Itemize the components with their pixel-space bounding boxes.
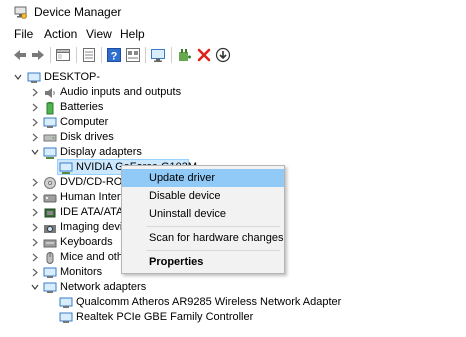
mouse-icon bbox=[46, 252, 54, 264]
back-icon[interactable] bbox=[12, 47, 28, 63]
tree-category-label: Imaging devic bbox=[60, 221, 128, 233]
computer-icon bbox=[43, 117, 57, 128]
menu-file[interactable]: File bbox=[14, 27, 33, 41]
menu-view[interactable]: View bbox=[86, 27, 112, 41]
optical-drive-icon bbox=[44, 177, 56, 189]
chevron-right-icon[interactable] bbox=[30, 115, 40, 130]
menu-item-update-driver[interactable]: Update driver bbox=[122, 169, 284, 187]
window-title: Device Manager bbox=[34, 5, 122, 19]
uninstall-x-icon[interactable] bbox=[196, 47, 212, 63]
display-adapter-icon bbox=[43, 147, 57, 159]
tree-category-audio[interactable]: Audio inputs and outputs bbox=[0, 85, 466, 100]
tree-category-computer[interactable]: Computer bbox=[0, 115, 466, 130]
menu-item-uninstall-device[interactable]: Uninstall device bbox=[122, 205, 284, 223]
properties-pane-icon[interactable] bbox=[55, 47, 71, 63]
tree-category-display-adapters[interactable]: Display adapters bbox=[0, 145, 466, 160]
disk-drive-icon bbox=[43, 134, 57, 142]
chevron-right-icon[interactable] bbox=[30, 205, 40, 220]
tree-category-label: Keyboards bbox=[60, 236, 113, 248]
tree-device-label: Realtek PCIe GBE Family Controller bbox=[76, 311, 254, 323]
menu-divider bbox=[146, 226, 280, 227]
menu-item-label: Update driver bbox=[149, 172, 216, 184]
display-adapter-icon bbox=[59, 162, 73, 174]
camera-icon bbox=[44, 225, 56, 233]
menu-item-properties[interactable]: Properties bbox=[122, 253, 284, 271]
chevron-down-icon[interactable] bbox=[30, 280, 40, 295]
svg-text:?: ? bbox=[111, 51, 118, 63]
menu-divider bbox=[146, 250, 280, 251]
tree-root-label: DESKTOP- bbox=[44, 71, 101, 83]
details-icon[interactable] bbox=[125, 47, 141, 63]
menu-help[interactable]: Help bbox=[120, 27, 145, 41]
tree-category-label: Monitors bbox=[60, 266, 103, 278]
chevron-right-icon[interactable] bbox=[30, 250, 40, 265]
tree-category-label: Batteries bbox=[60, 101, 104, 113]
network-adapter-icon bbox=[59, 312, 73, 323]
tree-category-label: Network adapters bbox=[60, 281, 147, 293]
help-icon[interactable]: ? bbox=[106, 47, 122, 63]
chevron-down-icon[interactable] bbox=[13, 70, 23, 85]
tree-category-label: Computer bbox=[60, 116, 109, 128]
download-icon[interactable] bbox=[215, 47, 231, 63]
chevron-right-icon[interactable] bbox=[30, 220, 40, 235]
menu-item-label: Scan for hardware changes bbox=[149, 232, 284, 244]
chevron-down-icon[interactable] bbox=[30, 145, 40, 160]
tree-category-label: Human Interf bbox=[60, 191, 124, 203]
tree-device-label: Qualcomm Atheros AR9285 Wireless Network… bbox=[76, 296, 342, 308]
tree-category-label: Mice and othe bbox=[60, 251, 130, 263]
speaker-icon bbox=[45, 88, 55, 98]
hid-icon bbox=[43, 194, 57, 203]
toolbar: ? bbox=[0, 44, 466, 66]
title-bar: Device Manager bbox=[0, 0, 466, 26]
tree-category-batteries[interactable]: Batteries bbox=[0, 100, 466, 115]
chevron-right-icon[interactable] bbox=[30, 100, 40, 115]
tree-category-label: Disk drives bbox=[60, 131, 114, 143]
chevron-right-icon[interactable] bbox=[30, 235, 40, 250]
list-icon[interactable] bbox=[81, 47, 97, 63]
tree-category-disk-drives[interactable]: Disk drives bbox=[0, 130, 466, 145]
monitor-icon bbox=[43, 267, 57, 278]
forward-icon[interactable] bbox=[30, 47, 46, 63]
tree-device-realtek[interactable]: Realtek PCIe GBE Family Controller bbox=[0, 310, 466, 325]
menu-item-scan-hardware[interactable]: Scan for hardware changes bbox=[122, 229, 284, 247]
menu-item-label: Disable device bbox=[149, 190, 221, 202]
tree-category-label: Display adapters bbox=[60, 146, 142, 158]
menu-action[interactable]: Action bbox=[44, 27, 77, 41]
menu-item-label: Uninstall device bbox=[149, 208, 227, 220]
tree-category-network-adapters[interactable]: Network adapters bbox=[0, 280, 466, 295]
tree-root[interactable]: DESKTOP- bbox=[0, 70, 466, 85]
chevron-right-icon[interactable] bbox=[30, 175, 40, 190]
keyboard-icon bbox=[43, 239, 57, 248]
network-adapter-icon bbox=[43, 282, 57, 293]
monitor-icon[interactable] bbox=[150, 47, 166, 63]
context-menu: Update driver Disable device Uninstall d… bbox=[121, 165, 285, 274]
chevron-right-icon[interactable] bbox=[30, 130, 40, 145]
ide-controller-icon bbox=[44, 208, 56, 218]
network-adapter-icon bbox=[59, 297, 73, 308]
computer-icon bbox=[27, 72, 41, 83]
menu-item-label: Properties bbox=[149, 256, 204, 268]
tree-category-label: Audio inputs and outputs bbox=[60, 86, 182, 98]
chevron-right-icon[interactable] bbox=[30, 190, 40, 205]
add-driver-icon[interactable] bbox=[176, 47, 192, 63]
menu-item-disable-device[interactable]: Disable device bbox=[122, 187, 284, 205]
chevron-right-icon[interactable] bbox=[30, 85, 40, 100]
battery-icon bbox=[46, 102, 54, 115]
menu-bar: File Action View Help bbox=[0, 26, 466, 44]
tree-device-qualcomm[interactable]: Qualcomm Atheros AR9285 Wireless Network… bbox=[0, 295, 466, 310]
device-manager-icon bbox=[14, 6, 27, 19]
chevron-right-icon[interactable] bbox=[30, 265, 40, 280]
